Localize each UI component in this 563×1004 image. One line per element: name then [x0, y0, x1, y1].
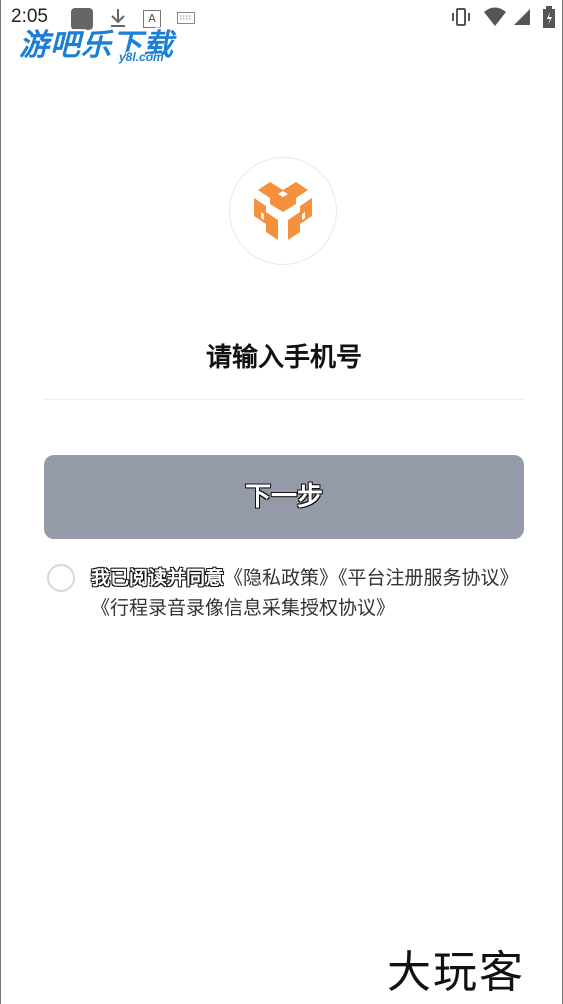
app-screen: 2:05 A 游吧乐下载 y8l.com 请输入手机号 下一步 我已阅读并同意《…	[0, 0, 563, 1004]
service-agreement-link[interactable]: 《平台注册服务协议》	[338, 567, 519, 589]
signal-icon	[514, 9, 530, 25]
phone-input[interactable]	[44, 333, 524, 383]
privacy-policy-link[interactable]: 《隐私政策》	[224, 567, 338, 589]
agreement-checkbox[interactable]	[47, 564, 75, 592]
recording-authorization-link[interactable]: 《行程录音录像信息采集授权协议》	[91, 597, 395, 619]
watermark-subtitle: y8l.com	[119, 50, 164, 64]
app-logo	[229, 157, 337, 265]
vibrate-icon	[452, 8, 470, 26]
wifi-icon	[484, 7, 506, 26]
input-underline	[44, 399, 524, 400]
orange-cube-logo-icon	[254, 182, 312, 240]
brand-text: 大玩客	[387, 947, 525, 998]
agreement-text: 我已阅读并同意《隐私政策》《平台注册服务协议》《行程录音录像信息采集授权协议》	[91, 563, 531, 623]
watermark-logo: 游吧乐下载 y8l.com	[19, 20, 189, 66]
agreement-prefix: 我已阅读并同意	[91, 567, 225, 589]
battery-icon	[543, 6, 555, 28]
next-step-button[interactable]: 下一步	[44, 455, 524, 539]
